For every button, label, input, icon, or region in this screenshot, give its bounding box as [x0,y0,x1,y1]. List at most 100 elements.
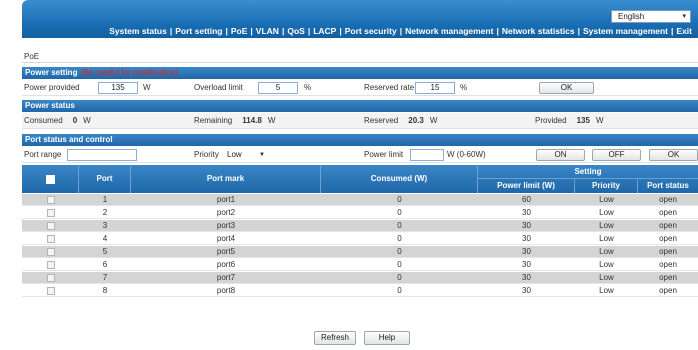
select-all-checkbox[interactable] [46,175,55,184]
port-mark-cell: port6 [216,260,236,269]
reserved-label: Reserved [364,116,399,125]
port-status-header: Port status [647,181,689,190]
on-button[interactable]: ON [536,149,585,161]
nav-separator: | [577,26,580,36]
priority-cell: Low [599,195,614,204]
nav-item-poe[interactable]: PoE [231,26,248,36]
consumed-cell: 0 [397,221,402,230]
overload-limit-input[interactable]: 5 [258,82,298,94]
provided-value: 135 [576,116,590,125]
provided-field: Provided 135 W [535,113,604,129]
power-setting-ok-button[interactable]: OK [539,82,594,94]
remaining-label: Remaining [194,116,233,125]
port-mark-cell: port7 [216,273,236,282]
power-provided-unit: W [143,83,151,92]
nav-item-network-statistics[interactable]: Network statistics [502,26,575,36]
nav-item-port-setting[interactable]: Port setting [175,26,222,36]
remaining-value: 114.8 [242,116,262,125]
consumed-value: 0 [72,116,78,125]
power-limit-header: Power limit (W) [478,179,575,193]
port-cell: 5 [102,247,108,256]
reserved-rate-unit: % [460,83,468,92]
nav-separator: | [496,26,499,36]
port-status-cell: open [659,286,677,295]
nav-separator: | [250,26,253,36]
refresh-button[interactable]: Refresh [314,331,356,345]
remaining-unit: W [267,116,276,125]
nav-item-exit[interactable]: Exit [676,26,692,36]
nav-item-system-management[interactable]: System management [583,26,668,36]
nav-item-system-status[interactable]: System status [109,26,167,36]
off-button[interactable]: OFF [592,149,641,161]
section-title: Power setting [25,68,78,77]
port-status-cell: open [659,273,677,282]
port-cell: 7 [102,273,108,282]
section-title: Power status [25,101,75,110]
nav-separator: | [339,26,342,36]
row-checkbox[interactable] [47,196,55,204]
provided-unit: W [595,116,604,125]
nav-separator: | [225,26,228,36]
consumed-cell: 0 [397,286,402,295]
power-limit-cell: 30 [522,221,531,230]
consumed-cell: 0 [397,247,402,256]
port-mark-cell: port1 [216,195,236,204]
power-limit-cell: 60 [522,195,531,204]
overload-limit-unit: % [304,83,312,92]
power-setting-row: Power provided 135 W Overload limit 5 % … [22,80,698,96]
nav-separator: | [281,26,285,36]
language-select[interactable]: English ▾ [611,10,691,23]
reserved-rate-input[interactable]: 15 [415,82,455,94]
port-control-header: Port status and control [22,134,698,146]
port-control-ok-button[interactable]: OK [649,149,698,161]
consumed-cell: 0 [397,273,402,282]
table-row: 4 port4 0 30 Low open [22,233,698,245]
nav-item-port-security[interactable]: Port security [345,26,397,36]
consumed-cell: 0 [397,260,402,269]
priority-cell: Low [599,260,614,269]
port-cell: 6 [102,260,108,269]
table-header: Port Port mark Consumed (W) Setting Powe… [22,165,698,193]
row-checkbox[interactable] [47,261,55,269]
main-nav: System status | Port setting | PoE | VLAN | QoS |… [109,26,692,36]
row-checkbox[interactable] [47,287,55,295]
priority-header: Priority [575,179,638,193]
power-limit-hint: W (0-60W) [447,150,486,159]
port-cell: 8 [102,286,108,295]
nav-item-network-management[interactable]: Network management [405,26,493,36]
power-provided-label: Power provided [24,83,80,92]
port-range-input[interactable] [67,149,137,161]
port-status-cell: open [659,234,677,243]
nav-item-vlan[interactable]: VLAN [256,26,279,36]
row-checkbox[interactable] [47,209,55,217]
overload-limit-label: Overload limit [194,83,243,92]
power-limit-cell: 30 [522,273,531,282]
priority-select[interactable]: Low ▼ [225,149,267,161]
priority-cell: Low [599,208,614,217]
row-checkbox[interactable] [47,235,55,243]
table-row: 5 port5 0 30 Low open [22,246,698,258]
chevron-down-icon: ▼ [259,152,265,158]
nav-item-qos[interactable]: QoS [287,26,304,36]
power-limit-input[interactable] [410,149,444,161]
row-checkbox[interactable] [47,274,55,282]
port-control-row: Port range Priority Low ▼ Power limit W … [22,147,698,163]
port-cell: 1 [102,195,108,204]
reserved-value: 20.3 [408,116,424,125]
consumed-field: Consumed 0 W [24,113,91,129]
port-status-cell: open [659,221,677,230]
port-status-cell: open [659,195,677,204]
help-button[interactable]: Help [364,331,410,345]
row-checkbox[interactable] [47,248,55,256]
port-mark-cell: port5 [216,247,236,256]
table-row: 3 port3 0 30 Low open [22,220,698,232]
table-row: 2 port2 0 30 Low open [22,207,698,219]
nav-item-lacp[interactable]: LACP [313,26,336,36]
row-checkbox[interactable] [47,222,55,230]
port-mark-cell: port4 [216,234,236,243]
port-mark-cell: port8 [216,286,236,295]
table-row: 8 port8 0 30 Low open [22,285,698,297]
port-status-cell: open [659,208,677,217]
power-provided-input[interactable]: 135 [98,82,138,94]
warning-text: (Be careful for modification) [80,68,179,77]
